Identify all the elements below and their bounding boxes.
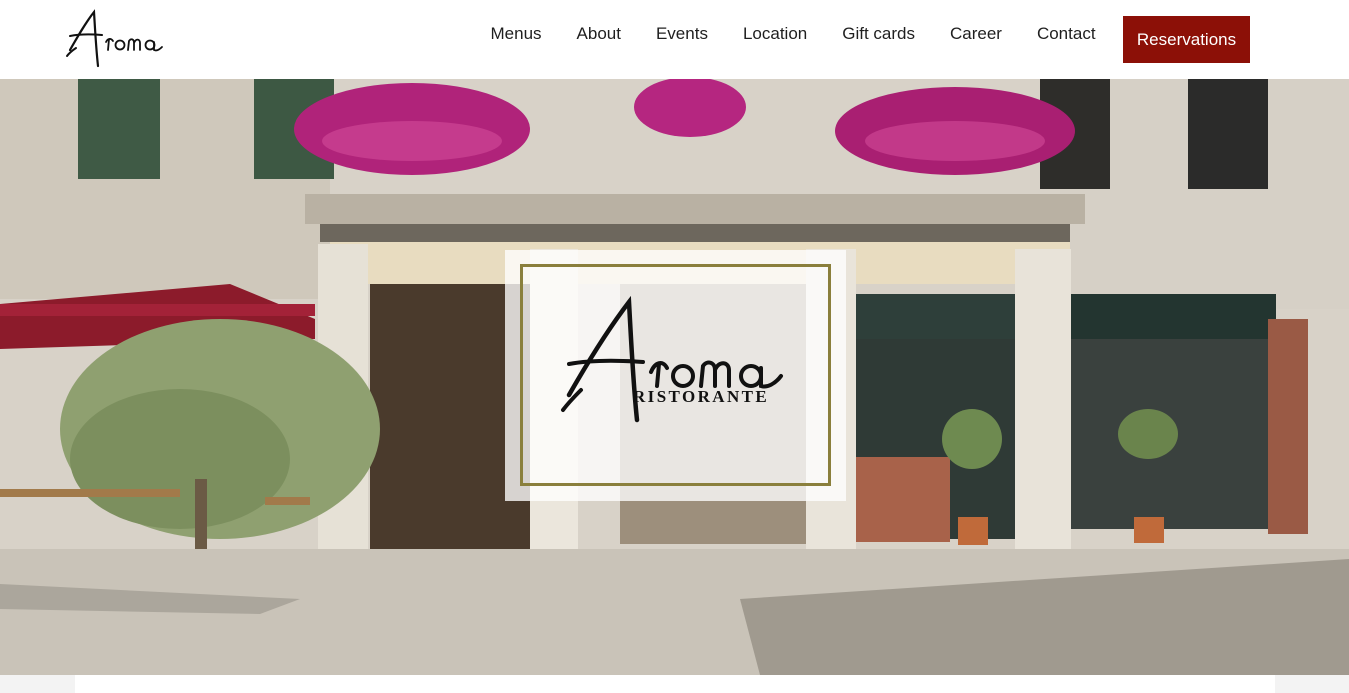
nav-item-location[interactable]: Location	[725, 16, 824, 52]
hero-section: RISTORANTE	[0, 79, 1349, 675]
main-nav: Menus About Events Location Gift cards C…	[473, 16, 1113, 52]
reservations-button[interactable]: Reservations	[1123, 16, 1250, 63]
hero-logo-card: RISTORANTE	[505, 250, 846, 501]
nav-item-menus[interactable]: Menus	[473, 16, 559, 52]
nav-item-gift-cards[interactable]: Gift cards	[825, 16, 933, 52]
hero-subtitle: RISTORANTE	[633, 387, 770, 406]
nav-item-about[interactable]: About	[559, 16, 638, 52]
nav-item-career[interactable]: Career	[932, 16, 1019, 52]
brand-logo[interactable]	[64, 6, 174, 70]
site-header: Menus About Events Location Gift cards C…	[0, 0, 1349, 79]
aroma-script-logo	[66, 9, 163, 68]
nav-item-contact[interactable]: Contact	[1019, 16, 1113, 52]
content-card-top-edge	[75, 675, 1275, 693]
nav-item-events[interactable]: Events	[638, 16, 725, 52]
